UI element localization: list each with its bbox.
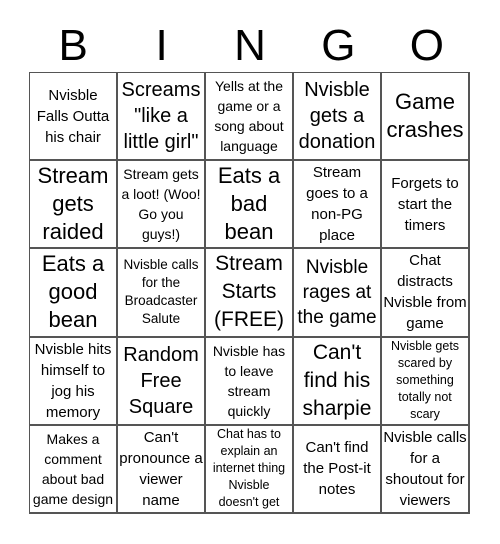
- bingo-cell-r1c2[interactable]: Screams "like a little girl": [118, 73, 206, 162]
- bingo-cell-r4c2[interactable]: Random Free Square: [118, 337, 206, 426]
- bingo-cell-r2c4[interactable]: Stream goes to a non-PG place: [294, 161, 382, 250]
- bingo-cell-r2c2[interactable]: Stream gets a loot! (Woo! Go you guys!): [118, 161, 206, 250]
- bingo-cell-r4c1[interactable]: Nvisble hits himself to jog his memory: [30, 337, 118, 426]
- bingo-cell-r4c4[interactable]: Can't find his sharpie: [294, 337, 382, 426]
- header-letter-n: N: [234, 21, 266, 70]
- header-letter-o: O: [409, 21, 444, 70]
- header-letter-i: I: [155, 21, 168, 70]
- bingo-cell-r1c4[interactable]: Nvisble gets a donation: [294, 73, 382, 162]
- bingo-cell-r4c5[interactable]: Nvisble gets scared by something totally…: [382, 337, 470, 426]
- bingo-cell-r4c3[interactable]: Nvisble has to leave stream quickly: [206, 337, 294, 426]
- cell-text: Stream gets a loot! (Woo! Go you guys!): [121, 166, 201, 243]
- cell-text: Nvisble hits himself to jog his memory: [34, 340, 112, 421]
- cell-text: Nvisble calls for a shoutout for viewers: [383, 428, 467, 509]
- cell-text: Random Free Square: [123, 343, 199, 418]
- cell-text: Eats a good bean: [41, 251, 105, 333]
- cell-text: Can't pronounce a viewer name: [119, 428, 203, 509]
- cell-text: Nvisble gets scared by something totally…: [390, 339, 460, 422]
- bingo-cell-r5c5[interactable]: Nvisble calls for a shoutout for viewers: [382, 425, 470, 514]
- bingo-cell-r2c5[interactable]: Forgets to start the timers: [382, 161, 470, 250]
- bingo-cell-r1c3[interactable]: Yells at the game or a song about langua…: [206, 73, 294, 162]
- header-letter-b: B: [58, 21, 88, 70]
- cell-text: Nvisble gets a donation: [298, 79, 376, 154]
- bingo-cell-r5c2[interactable]: Can't pronounce a viewer name: [118, 425, 206, 514]
- cell-text: Yells at the game or a song about langua…: [214, 78, 284, 155]
- bingo-cell-r3c5[interactable]: Chat distracts Nvisble from game: [382, 249, 470, 338]
- cell-text: Screams "like a little girl": [121, 79, 201, 154]
- cell-text: Game crashes: [386, 89, 464, 143]
- cell-text: Can't find the Post-it notes: [303, 439, 371, 499]
- bingo-cell-r3c2[interactable]: Nvisble calls for the Broadcaster Salute: [118, 249, 206, 338]
- bingo-cell-r3c3[interactable]: Stream Starts (FREE): [206, 249, 294, 338]
- cell-text: Nvisble Falls Outta his chair: [36, 86, 110, 146]
- bingo-cell-r5c1[interactable]: Makes a comment about bad game design: [30, 425, 118, 514]
- cell-text: Chat distracts Nvisble from game: [383, 252, 467, 333]
- bingo-cell-r5c3[interactable]: Chat has to explain an internet thing Nv…: [206, 425, 294, 514]
- cell-text: Stream gets raided: [37, 163, 109, 245]
- cell-text: Nvisble rages at the game: [297, 256, 377, 328]
- bingo-cell-r2c1[interactable]: Stream gets raided: [30, 161, 118, 250]
- bingo-cell-r1c1[interactable]: Nvisble Falls Outta his chair: [30, 73, 118, 162]
- bingo-cell-r2c3[interactable]: Eats a bad bean: [206, 161, 294, 250]
- cell-text: Stream goes to a non-PG place: [306, 164, 368, 245]
- bingo-header: B I N G O: [29, 20, 471, 72]
- cell-text: Stream Starts (FREE): [214, 252, 284, 332]
- bingo-cell-r5c4[interactable]: Can't find the Post-it notes: [294, 425, 382, 514]
- cell-text: Makes a comment about bad game design: [32, 430, 114, 507]
- bingo-cell-r3c4[interactable]: Nvisble rages at the game: [294, 249, 382, 338]
- cell-text: Nvisble calls for the Broadcaster Salute: [123, 257, 199, 327]
- header-letter-g: G: [321, 21, 356, 70]
- cell-text: Chat has to explain an internet thing Nv…: [212, 427, 286, 510]
- bingo-cell-r1c5[interactable]: Game crashes: [382, 73, 470, 162]
- cell-text: Eats a bad bean: [217, 163, 281, 245]
- cell-text: Nvisble has to leave stream quickly: [212, 342, 286, 419]
- bingo-board: Nvisble Falls Outta his chair Screams "l…: [29, 72, 470, 514]
- cell-text: Forgets to start the timers: [391, 174, 459, 234]
- cell-text: Can't find his sharpie: [302, 340, 372, 420]
- bingo-cell-r3c1[interactable]: Eats a good bean: [30, 249, 118, 338]
